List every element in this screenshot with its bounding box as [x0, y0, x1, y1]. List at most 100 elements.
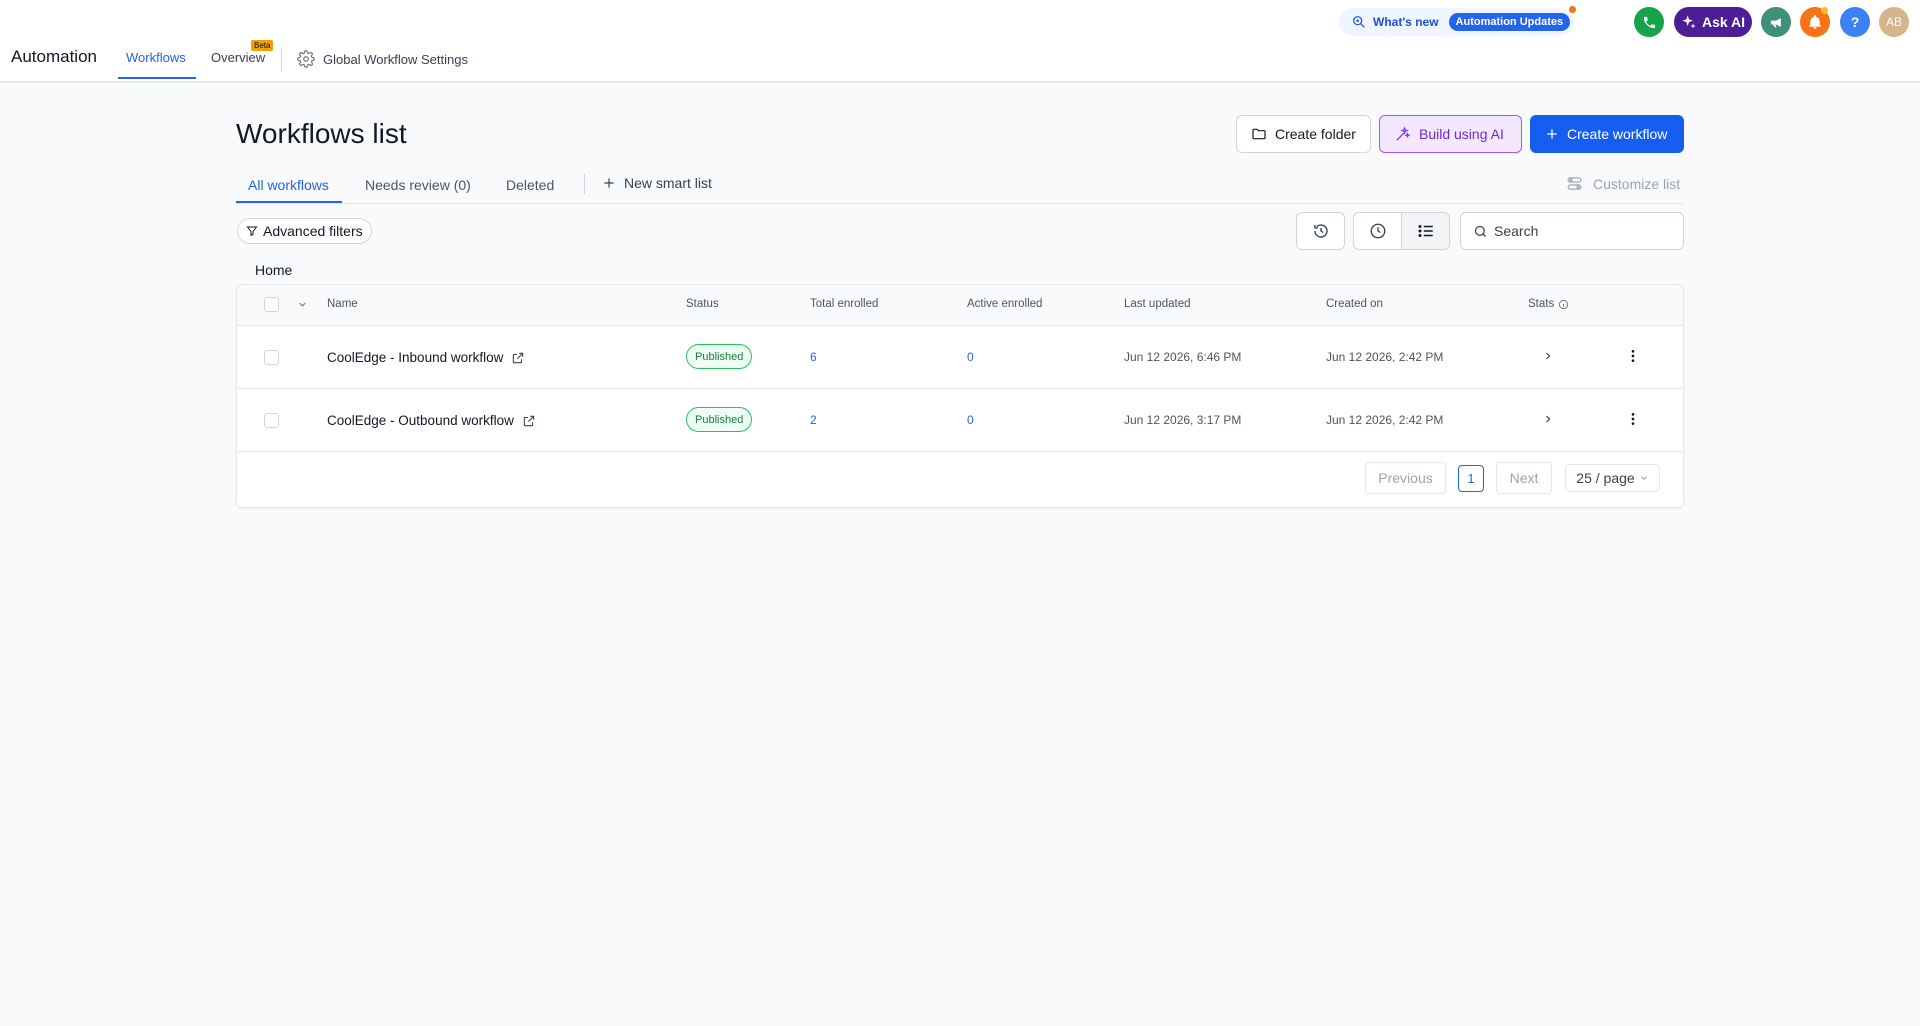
plus-icon	[602, 176, 616, 190]
search-box	[1460, 212, 1684, 250]
nav-divider	[281, 48, 282, 72]
breadcrumb[interactable]: Home	[255, 262, 292, 278]
create-folder-label: Create folder	[1275, 126, 1356, 142]
page-size-label: 25 / page	[1576, 470, 1635, 486]
column-stats-label: Stats	[1528, 298, 1555, 310]
build-using-ai-label: Build using AI	[1419, 126, 1504, 142]
customize-list-label: Customize list	[1593, 175, 1681, 192]
status-badge: Published	[686, 407, 753, 432]
status-badge: Published	[686, 344, 753, 369]
row-checkbox[interactable]	[264, 413, 279, 428]
bell-icon	[1807, 14, 1823, 30]
active-enrolled-link[interactable]: 0	[967, 413, 974, 427]
stats-view-button[interactable]	[1296, 212, 1345, 250]
table-row[interactable]: CoolEdge - Outbound workflow Published 2…	[237, 389, 1683, 452]
beta-badge: Beta	[251, 40, 274, 51]
tab-deleted[interactable]: Deleted	[506, 177, 554, 193]
search-icon	[1473, 224, 1488, 239]
tab-all-workflows[interactable]: All workflows	[248, 177, 329, 193]
help-button[interactable]: ?	[1840, 7, 1870, 37]
ask-ai-button[interactable]: Ask AI	[1674, 7, 1752, 37]
plus-icon	[1545, 127, 1559, 141]
table-header: Name Status Total enrolled Active enroll…	[237, 285, 1683, 326]
column-total-enrolled[interactable]: Total enrolled	[810, 298, 878, 310]
search-input[interactable]	[1494, 223, 1674, 239]
previous-page-button[interactable]: Previous	[1365, 462, 1446, 494]
whats-new-pill[interactable]: What's new Automation Updates	[1339, 8, 1574, 36]
tab-overview[interactable]: Overview	[211, 50, 265, 65]
new-smart-list-label: New smart list	[624, 175, 712, 191]
magic-wand-icon	[1394, 125, 1411, 143]
workflow-name: CoolEdge - Inbound workflow	[327, 350, 504, 365]
active-enrolled-link[interactable]: 0	[967, 350, 974, 364]
select-all-checkbox[interactable]	[264, 297, 279, 312]
announcements-button[interactable]	[1761, 7, 1791, 37]
sparkle-icon	[1681, 14, 1697, 30]
phone-button[interactable]	[1634, 7, 1664, 37]
column-active-enrolled[interactable]: Active enrolled	[967, 298, 1042, 310]
ask-ai-label: Ask AI	[1701, 14, 1746, 30]
folder-icon	[1251, 126, 1267, 142]
chevron-down-icon[interactable]	[297, 299, 308, 310]
global-settings-label: Global Workflow Settings	[323, 51, 468, 67]
page-title: Workflows list	[236, 118, 407, 149]
automation-updates-badge[interactable]: Automation Updates	[1448, 13, 1571, 31]
filter-icon	[246, 225, 258, 237]
history-icon	[1312, 222, 1330, 240]
avatar[interactable]: AB	[1879, 7, 1909, 37]
new-smart-list-button[interactable]: New smart list	[602, 175, 712, 191]
tab-needs-review[interactable]: Needs review (0)	[365, 177, 471, 193]
recent-view-button[interactable]	[1353, 212, 1402, 250]
list-icon	[1417, 222, 1435, 240]
whats-new-label: What's new	[1373, 15, 1439, 29]
column-name[interactable]: Name	[327, 298, 358, 310]
chevron-right-icon[interactable]	[1542, 350, 1554, 362]
table-row[interactable]: CoolEdge - Inbound workflow Published 6 …	[237, 326, 1683, 389]
external-link-icon[interactable]	[511, 351, 525, 365]
subtab-separator	[584, 174, 585, 194]
subtabs-divider	[236, 203, 1684, 204]
page-size-select[interactable]: 25 / page	[1565, 464, 1660, 492]
build-using-ai-button[interactable]: Build using AI	[1379, 115, 1522, 153]
total-enrolled-link[interactable]: 6	[810, 350, 817, 364]
sliders-icon	[1566, 175, 1583, 192]
row-checkbox[interactable]	[264, 350, 279, 365]
created-on: Jun 12 2026, 2:42 PM	[1326, 350, 1444, 364]
global-workflow-settings-link[interactable]: Global Workflow Settings	[297, 50, 468, 68]
total-enrolled-link[interactable]: 2	[810, 413, 817, 427]
column-stats[interactable]: Stats	[1528, 298, 1569, 310]
chevron-right-icon[interactable]	[1542, 413, 1554, 425]
workflow-name-link[interactable]: CoolEdge - Outbound workflow	[327, 413, 536, 428]
chevron-down-icon	[1639, 473, 1649, 483]
bell-dot	[1821, 7, 1828, 14]
page-number-button[interactable]: 1	[1458, 465, 1484, 492]
last-updated: Jun 12 2026, 3:17 PM	[1124, 413, 1242, 427]
gear-icon	[297, 50, 315, 68]
top-bar: Automation Workflows Overview Beta Globa…	[0, 0, 1920, 83]
last-updated: Jun 12 2026, 6:46 PM	[1124, 350, 1242, 364]
external-link-icon[interactable]	[522, 414, 536, 428]
column-last-updated[interactable]: Last updated	[1124, 298, 1191, 310]
advanced-filters-button[interactable]: Advanced filters	[237, 218, 372, 244]
more-options-icon[interactable]	[1625, 411, 1641, 427]
app-title: Automation	[11, 47, 97, 66]
subtab-active-indicator	[236, 201, 342, 203]
create-workflow-button[interactable]: Create workflow	[1530, 115, 1684, 153]
notification-dot	[1569, 6, 1576, 13]
create-folder-button[interactable]: Create folder	[1236, 115, 1371, 153]
workflows-table: Name Status Total enrolled Active enroll…	[236, 284, 1684, 508]
customize-list-button[interactable]: Customize list	[1566, 175, 1680, 192]
megaphone-icon	[1769, 15, 1784, 30]
next-page-button[interactable]: Next	[1496, 462, 1552, 494]
workflow-name-link[interactable]: CoolEdge - Inbound workflow	[327, 350, 525, 365]
column-created-on[interactable]: Created on	[1326, 298, 1383, 310]
clock-icon	[1369, 222, 1387, 240]
rocket-icon	[1351, 14, 1367, 30]
info-icon	[1558, 299, 1569, 310]
list-view-button[interactable]	[1401, 212, 1450, 250]
more-options-icon[interactable]	[1625, 348, 1641, 364]
tab-workflows[interactable]: Workflows	[126, 50, 186, 65]
column-status[interactable]: Status	[686, 298, 719, 310]
phone-icon	[1642, 15, 1657, 30]
help-icon: ?	[1850, 14, 1860, 30]
